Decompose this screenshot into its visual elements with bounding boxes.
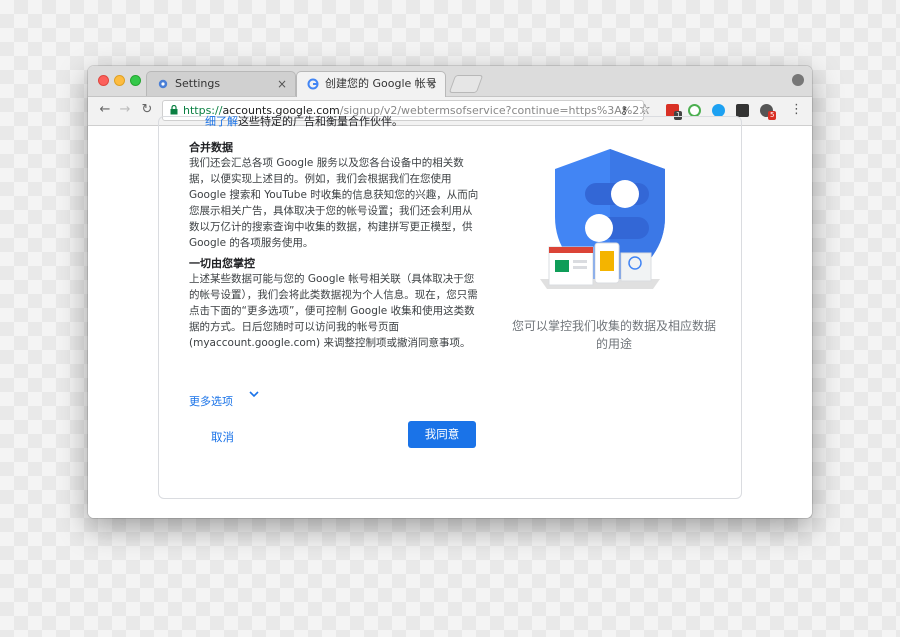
tab-label: Settings	[175, 77, 221, 90]
back-button[interactable]: ←	[96, 101, 114, 119]
close-window-button[interactable]	[98, 75, 109, 86]
chevron-down-icon[interactable]	[249, 389, 259, 399]
google-icon	[307, 78, 319, 90]
section-title: 合并数据	[189, 141, 233, 154]
lock-icon	[170, 105, 178, 115]
section-title: 一切由您掌控	[189, 257, 255, 270]
reload-button[interactable]: ↻	[138, 101, 156, 119]
privacy-shield-illustration	[540, 149, 665, 289]
extension-badge: 5	[768, 111, 777, 120]
minimize-window-button[interactable]	[114, 75, 125, 86]
extension-icon[interactable]	[736, 104, 749, 117]
forward-button[interactable]: →	[116, 101, 134, 119]
agree-button[interactable]: 我同意	[408, 421, 476, 448]
more-options-link[interactable]: 更多选项	[189, 393, 233, 409]
section-body: 我们还会汇总各项 Google 服务以及您各台设备中的相关数据，以便实现上述目的…	[189, 157, 479, 249]
learn-more-link[interactable]: 细了解	[205, 115, 238, 128]
zoom-window-button[interactable]	[130, 75, 141, 86]
illustration-caption: 您可以掌控我们收集的数据及相应数据的用途	[511, 319, 716, 351]
star-icon[interactable]: ☆	[639, 102, 651, 117]
tab-create-account[interactable]: 创建您的 Google 帐号 ×	[296, 71, 446, 97]
new-tab-button[interactable]	[448, 75, 484, 93]
page-content: 细了解这些特定的广告和衡量合作伙伴。 合并数据 我们还会汇总各项 Google …	[88, 115, 812, 518]
tab-label: 创建您的 Google 帐号	[325, 77, 437, 90]
section-body: 上述某些数据可能与您的 Google 帐号相关联（具体取决于您的帐号设置），我们…	[189, 273, 478, 349]
menu-icon[interactable]: ⋮	[790, 102, 803, 117]
consent-card: 细了解这些特定的广告和衡量合作伙伴。 合并数据 我们还会汇总各项 Google …	[158, 113, 742, 499]
cancel-button[interactable]: 取消	[211, 429, 234, 445]
tab-close-icon[interactable]: ×	[277, 72, 287, 96]
profile-icon[interactable]	[792, 74, 804, 86]
tab-settings[interactable]: Settings ×	[146, 71, 296, 96]
gear-icon	[158, 79, 168, 89]
tab-close-icon[interactable]: ×	[427, 72, 437, 96]
tab-bar: Settings × 创建您的 Google 帐号 ×	[88, 66, 812, 97]
partners-line: 细了解这些特定的广告和衡量合作伙伴。	[205, 113, 403, 129]
partners-text: 这些特定的广告和衡量合作伙伴。	[238, 115, 403, 128]
browser-window: Settings × 创建您的 Google 帐号 × ← → ↻ https:…	[88, 66, 812, 518]
